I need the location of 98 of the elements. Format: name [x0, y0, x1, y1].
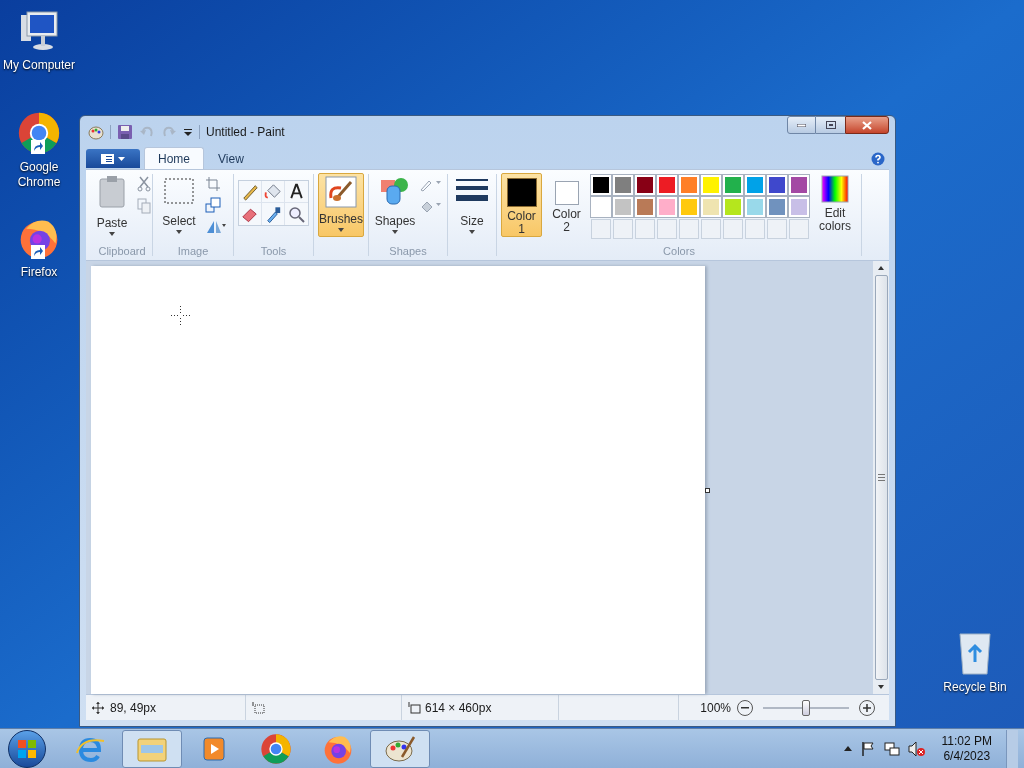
close-icon	[862, 120, 872, 130]
palette-swatch[interactable]	[613, 197, 633, 217]
shortcut-arrow-icon	[31, 140, 45, 154]
ribbon-tab[interactable]: Home	[144, 147, 204, 169]
ribbon-tab[interactable]: View	[204, 147, 258, 169]
minus-icon	[741, 706, 749, 709]
palette-swatch[interactable]	[701, 175, 721, 195]
close-button[interactable]	[845, 116, 889, 134]
ribbon-group-label: Shapes	[389, 244, 427, 258]
customize-caret-icon[interactable]	[183, 126, 193, 137]
ribbon-group-label: Image	[177, 244, 209, 258]
pencil-icon[interactable]	[239, 181, 262, 203]
caret-icon	[469, 230, 475, 234]
palette-swatch[interactable]	[745, 175, 765, 195]
show-hidden-icons-icon[interactable]	[843, 746, 852, 751]
caret-icon	[392, 230, 398, 234]
size-button[interactable]: Size	[454, 174, 490, 234]
muted-speaker-icon[interactable]	[907, 740, 926, 757]
palette-swatch[interactable]	[745, 197, 765, 217]
palette-swatch[interactable]	[635, 197, 655, 217]
palette-swatch[interactable]	[767, 197, 787, 217]
zoom-slider-thumb[interactable]	[802, 699, 810, 716]
canvas-size-icon	[408, 701, 421, 714]
canvas-size: 614 × 460px	[425, 699, 492, 717]
window-title: Untitled - Paint	[206, 123, 285, 141]
taskbar-button[interactable]	[370, 729, 430, 768]
ribbon-group-label: Tools	[260, 244, 287, 258]
desktop-icon-label[interactable]: Recycle Bin	[943, 680, 1007, 695]
paste-button[interactable]: Paste	[92, 174, 132, 244]
desktop-icon-label[interactable]: Firefox	[20, 265, 58, 280]
ribbon-group-label: Colors	[663, 244, 695, 258]
color-slot-button[interactable]: Color 1	[501, 173, 542, 237]
color-spectrum-icon	[821, 175, 849, 203]
clock-date[interactable]: 6/4/2023	[943, 748, 991, 764]
clipboard-icon	[98, 176, 126, 208]
palette-swatch[interactable]	[679, 175, 699, 195]
palette-swatch[interactable]	[701, 197, 721, 217]
palette-app-icon[interactable]	[88, 123, 104, 140]
palette-swatch[interactable]	[767, 175, 787, 195]
shapes-button[interactable]: Shapes	[373, 174, 417, 244]
vertical-scrollbar[interactable]	[873, 261, 889, 694]
palette-swatch[interactable]	[679, 197, 699, 217]
start-button[interactable]	[8, 729, 46, 768]
show-desktop-button[interactable]	[1006, 729, 1018, 768]
cut-icon[interactable]	[136, 176, 152, 192]
plus-icon	[863, 703, 871, 712]
caret-icon	[176, 230, 182, 234]
palette-swatch[interactable]	[723, 175, 743, 195]
media-player-icon	[200, 734, 228, 763]
flag-icon[interactable]	[859, 740, 876, 757]
desktop-icon-label[interactable]: My Computer	[3, 58, 75, 73]
palette-swatch[interactable]	[789, 197, 809, 217]
help-icon[interactable]	[871, 152, 885, 166]
caret-icon	[338, 228, 344, 232]
move-arrows-icon	[92, 701, 104, 714]
text-icon[interactable]	[285, 181, 308, 203]
crop-icon[interactable]	[205, 176, 221, 192]
file-menu-button[interactable]	[86, 149, 140, 168]
desktop-icon-label[interactable]: Google Chrome	[0, 160, 78, 190]
shortcut-arrow-icon	[31, 245, 45, 259]
palette-swatch[interactable]	[789, 175, 809, 195]
menu-icon	[101, 153, 114, 164]
edit-colors-button[interactable]: Edit colors	[813, 173, 857, 244]
select-button[interactable]: Select	[159, 174, 199, 244]
copy-icon[interactable]	[136, 198, 152, 214]
selection-size-icon	[252, 701, 265, 714]
save-icon[interactable]	[117, 123, 133, 140]
ribbon-group-label: Clipboard	[98, 244, 146, 258]
zoom-level: 100%	[700, 699, 731, 717]
windows-logo-icon	[17, 738, 37, 759]
cursor-position: 89, 49px	[110, 699, 157, 717]
resize-handle[interactable]	[705, 488, 710, 493]
crosshair-cursor-icon	[171, 306, 190, 325]
taskbar-button[interactable]	[122, 729, 182, 768]
brushes-button[interactable]: Brushes	[318, 173, 364, 237]
selection-rectangle-icon	[164, 178, 194, 204]
maximize-button[interactable]	[816, 116, 845, 134]
clock-time[interactable]: 11:02 PM	[941, 733, 992, 749]
scrollbar-thumb[interactable]	[874, 275, 888, 680]
resize-icon[interactable]	[205, 197, 221, 213]
palette-swatch[interactable]	[591, 197, 611, 217]
palette-swatch[interactable]	[723, 197, 743, 217]
palette-swatch[interactable]	[635, 175, 655, 195]
color-slot-button[interactable]: Color 2	[546, 173, 587, 237]
maximize-icon	[825, 121, 836, 129]
shapes-icon	[380, 176, 410, 206]
palette-swatch[interactable]	[613, 175, 633, 195]
minimize-icon	[797, 123, 806, 127]
network-icon[interactable]	[883, 740, 900, 757]
paintbrush-icon	[325, 176, 357, 208]
caret-icon	[109, 232, 115, 236]
grip-icon	[877, 474, 885, 481]
eraser-icon[interactable]	[239, 203, 262, 225]
chrome-logo-icon	[260, 732, 292, 765]
palette-swatch[interactable]	[657, 197, 677, 217]
caret-icon	[118, 156, 125, 161]
palette-swatch[interactable]	[591, 175, 611, 195]
palette-swatch[interactable]	[657, 175, 677, 195]
